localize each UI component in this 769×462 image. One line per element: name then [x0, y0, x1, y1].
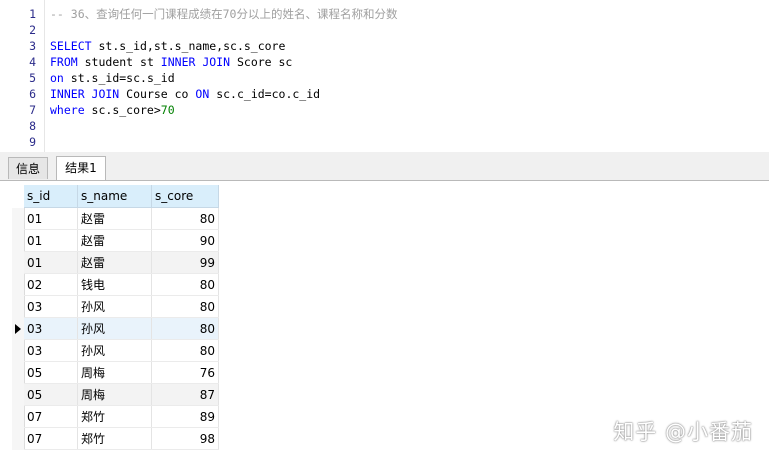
code-text: where sc.s_core>70 [50, 102, 175, 118]
table-row[interactable]: 01 赵雷 99 [24, 251, 219, 274]
line-number: 4 [29, 55, 36, 69]
code-line[interactable]: 6 INNER JOIN Course co ON sc.c_id=co.c_id [0, 86, 769, 102]
sql-number: 70 [160, 103, 175, 117]
cell-s-core[interactable]: 76 [151, 361, 219, 384]
cell-s-name[interactable]: 孙风 [77, 295, 152, 318]
sql-text: Course co [119, 87, 196, 101]
cell-s-core[interactable]: 89 [151, 405, 219, 428]
cell-s-name[interactable]: 赵雷 [77, 207, 152, 230]
cell-s-core[interactable]: 80 [151, 317, 219, 340]
table-row[interactable]: 07 郑竹 89 [24, 405, 219, 428]
line-number: 2 [29, 23, 36, 37]
column-header-s-core[interactable]: s_core [151, 185, 219, 208]
code-text: SELECT st.s_id,st.s_name,sc.s_core [50, 38, 285, 54]
sql-text: sc.s_core> [84, 103, 161, 117]
cell-s-name[interactable]: 周梅 [77, 383, 152, 406]
cell-s-core[interactable]: 87 [151, 383, 219, 406]
table-row[interactable]: 03 孙风 80 [24, 295, 219, 318]
cell-s-id[interactable]: 07 [24, 405, 78, 428]
cell-s-core[interactable]: 80 [151, 207, 219, 230]
cell-s-core[interactable]: 80 [151, 339, 219, 362]
line-number: 3 [29, 39, 36, 53]
code-text: -- 36、查询任何一门课程成绩在70分以上的姓名、课程名称和分数 [50, 6, 397, 22]
table-row[interactable]: 03 孙风 80 [24, 317, 219, 340]
current-row-marker-icon [15, 324, 21, 334]
line-number: 8 [29, 119, 36, 133]
code-text: on st.s_id=sc.s_id [50, 70, 175, 86]
line-number: 6 [29, 87, 36, 101]
sql-keyword: where [50, 103, 85, 117]
sql-keyword: FROM [50, 55, 78, 69]
cell-s-id[interactable]: 01 [24, 207, 78, 230]
column-header-s-name[interactable]: s_name [77, 185, 152, 208]
cell-s-core[interactable]: 99 [151, 251, 219, 274]
table-row[interactable]: 03 孙风 80 [24, 339, 219, 362]
cell-s-id[interactable]: 02 [24, 273, 78, 296]
cell-s-name[interactable]: 郑竹 [77, 427, 152, 450]
cell-s-id[interactable]: 05 [24, 361, 78, 384]
cell-s-core[interactable]: 80 [151, 295, 219, 318]
result-tab-bar: 信息 结果1 [0, 152, 769, 181]
cell-s-name[interactable]: 周梅 [77, 361, 152, 384]
tab-info[interactable]: 信息 [8, 157, 48, 179]
sql-text: sc.c_id=co.c_id [209, 87, 321, 101]
cell-s-id[interactable]: 07 [24, 427, 78, 450]
cell-s-core[interactable]: 80 [151, 273, 219, 296]
cell-s-id[interactable]: 03 [24, 317, 78, 340]
cell-s-id[interactable]: 03 [24, 339, 78, 362]
code-line[interactable]: 4 FROM student st INNER JOIN Score sc [0, 54, 769, 70]
column-header-s-id[interactable]: s_id [24, 185, 78, 208]
sql-text: Score sc [230, 55, 293, 69]
sql-keyword: INNER JOIN [160, 55, 231, 69]
sql-text: student st [77, 55, 161, 69]
sql-keyword: SELECT [50, 39, 92, 53]
line-number: 1 [29, 7, 36, 21]
sql-text: st.s_id=sc.s_id [63, 71, 175, 85]
cell-s-name[interactable]: 孙风 [77, 339, 152, 362]
cell-s-id[interactable]: 01 [24, 229, 78, 252]
cell-s-name[interactable]: 郑竹 [77, 405, 152, 428]
sql-keyword: on [50, 71, 64, 85]
table-row[interactable]: 02 钱电 80 [24, 273, 219, 296]
code-text: FROM student st INNER JOIN Score sc [50, 54, 292, 70]
code-line[interactable]: 8 [0, 118, 769, 134]
header-row: s_id s_name s_core [24, 185, 219, 208]
cell-s-name[interactable]: 孙风 [77, 317, 152, 340]
table-row[interactable]: 01 赵雷 90 [24, 229, 219, 252]
cell-s-name[interactable]: 赵雷 [77, 251, 152, 274]
cell-s-core[interactable]: 98 [151, 427, 219, 450]
sql-text: st.s_id,st.s_name,sc.s_core [91, 39, 286, 53]
table-row[interactable]: 05 周梅 87 [24, 383, 219, 406]
code-line[interactable]: 1 -- 36、查询任何一门课程成绩在70分以上的姓名、课程名称和分数 [0, 6, 769, 22]
table-row[interactable]: 05 周梅 76 [24, 361, 219, 384]
table-row[interactable]: 07 郑竹 98 [24, 427, 219, 450]
sql-keyword: INNER JOIN [50, 87, 120, 101]
code-line[interactable]: 7 where sc.s_core>70 [0, 102, 769, 118]
sql-editor[interactable]: 1 -- 36、查询任何一门课程成绩在70分以上的姓名、课程名称和分数 2 3 SELE… [0, 0, 769, 152]
result-table: s_id s_name s_core 01 赵雷 80 01 赵雷 90 01 赵雷 99 02 钱… [24, 185, 219, 450]
cell-s-core[interactable]: 90 [151, 229, 219, 252]
code-line[interactable]: 5 on st.s_id=sc.s_id [0, 70, 769, 86]
cell-s-id[interactable]: 03 [24, 295, 78, 318]
line-number: 7 [29, 103, 36, 117]
cell-s-id[interactable]: 01 [24, 251, 78, 274]
code-line[interactable]: 2 [0, 22, 769, 38]
table-row[interactable]: 01 赵雷 80 [24, 207, 219, 230]
code-line[interactable]: 9 [0, 134, 769, 150]
line-number: 5 [29, 71, 36, 85]
code-line[interactable]: 3 SELECT st.s_id,st.s_name,sc.s_core [0, 38, 769, 54]
cell-s-name[interactable]: 钱电 [77, 273, 152, 296]
cell-s-id[interactable]: 05 [24, 383, 78, 406]
tab-result1[interactable]: 结果1 [56, 156, 106, 180]
watermark: 知乎 @小番茄 [613, 420, 753, 444]
code-text: INNER JOIN Course co ON sc.c_id=co.c_id [50, 86, 320, 102]
sql-comment: -- 36、查询任何一门课程成绩在70分以上的姓名、课程名称和分数 [50, 7, 398, 21]
sql-keyword: ON [195, 87, 210, 101]
line-number: 9 [29, 135, 36, 149]
cell-s-name[interactable]: 赵雷 [77, 229, 152, 252]
